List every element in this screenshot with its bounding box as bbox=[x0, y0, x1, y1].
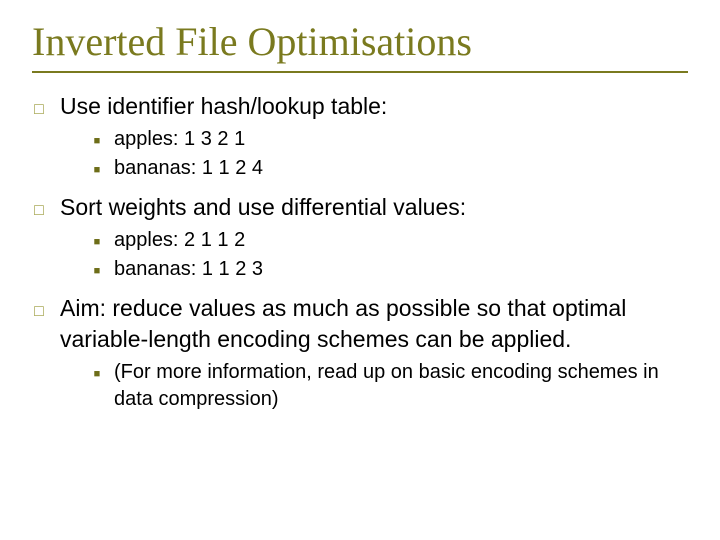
title-underline bbox=[32, 71, 688, 73]
sub-bullet-text: apples: 1 3 2 1 bbox=[114, 126, 688, 153]
sub-bullet-item: ■ bananas: 1 1 2 3 bbox=[92, 256, 688, 283]
bullet-item: □ Aim: reduce values as much as possible… bbox=[32, 293, 688, 355]
bullet-item: □ Sort weights and use differential valu… bbox=[32, 192, 688, 223]
sub-bullet-text: apples: 2 1 1 2 bbox=[114, 227, 688, 254]
square-bullet-icon: □ bbox=[32, 301, 46, 323]
sub-bullet-group: ■ (For more information, read up on basi… bbox=[92, 359, 688, 413]
slide-title: Inverted File Optimisations bbox=[32, 18, 688, 65]
sub-bullet-text: (For more information, read up on basic … bbox=[114, 359, 688, 413]
sub-bullet-item: ■ apples: 1 3 2 1 bbox=[92, 126, 688, 153]
sub-bullet-group: ■ apples: 1 3 2 1 ■ bananas: 1 1 2 4 bbox=[92, 126, 688, 182]
slide: Inverted File Optimisations □ Use identi… bbox=[0, 0, 720, 540]
sub-bullet-item: ■ apples: 2 1 1 2 bbox=[92, 227, 688, 254]
square-bullet-icon: □ bbox=[32, 200, 46, 222]
sub-bullet-text: bananas: 1 1 2 3 bbox=[114, 256, 688, 283]
square-bullet-icon: ■ bbox=[92, 235, 102, 250]
square-bullet-icon: □ bbox=[32, 99, 46, 121]
sub-bullet-item: ■ bananas: 1 1 2 4 bbox=[92, 155, 688, 182]
slide-body: □ Use identifier hash/lookup table: ■ ap… bbox=[32, 91, 688, 413]
square-bullet-icon: ■ bbox=[92, 163, 102, 178]
sub-bullet-item: ■ (For more information, read up on basi… bbox=[92, 359, 688, 413]
bullet-item: □ Use identifier hash/lookup table: bbox=[32, 91, 688, 122]
bullet-text: Use identifier hash/lookup table: bbox=[60, 91, 688, 122]
sub-bullet-text: bananas: 1 1 2 4 bbox=[114, 155, 688, 182]
square-bullet-icon: ■ bbox=[92, 367, 102, 382]
square-bullet-icon: ■ bbox=[92, 264, 102, 279]
sub-bullet-group: ■ apples: 2 1 1 2 ■ bananas: 1 1 2 3 bbox=[92, 227, 688, 283]
bullet-text: Aim: reduce values as much as possible s… bbox=[60, 293, 688, 355]
square-bullet-icon: ■ bbox=[92, 134, 102, 149]
bullet-text: Sort weights and use differential values… bbox=[60, 192, 688, 223]
